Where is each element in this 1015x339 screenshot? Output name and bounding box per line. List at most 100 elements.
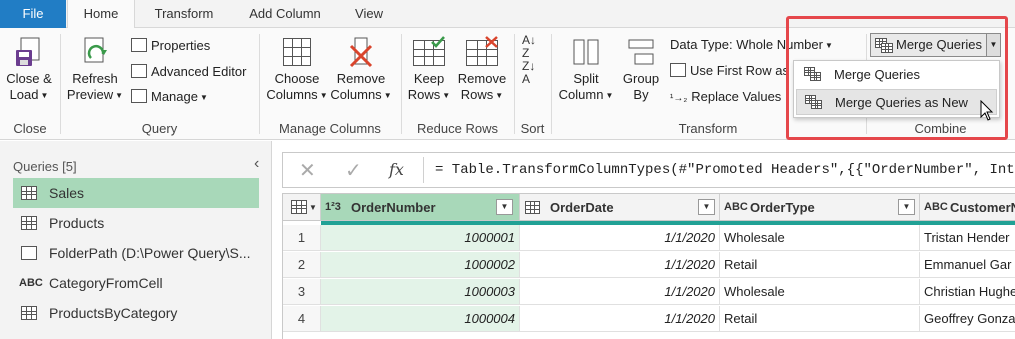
split-column-label-2: Column <box>558 87 604 102</box>
properties-button[interactable]: Properties <box>131 36 210 56</box>
table-cell[interactable]: 1/1/2020 <box>520 252 720 278</box>
split-column-button[interactable]: Split Column ▼ <box>558 36 614 104</box>
column-filter-button[interactable]: ▼ <box>698 199 715 215</box>
table-cell[interactable]: Wholesale <box>720 279 920 305</box>
whole-number-type-icon[interactable]: 1²3 <box>325 194 341 220</box>
sort-ascending-icon: A↓ Z <box>522 33 537 60</box>
text-type-icon: ABC <box>19 277 43 289</box>
sort-ascending-button[interactable]: A↓ Z <box>522 34 536 60</box>
refresh-preview-button[interactable]: Refresh Preview ▼ <box>66 36 124 104</box>
split-column-icon <box>570 36 602 68</box>
table-cell[interactable]: Geoffrey Gonza <box>920 306 1015 332</box>
tab-view[interactable]: View <box>345 0 393 28</box>
remove-rows-button[interactable]: Remove Rows ▼ <box>455 36 509 104</box>
tab-add-column[interactable]: Add Column <box>240 0 330 28</box>
sort-descending-icon: Z↓ A <box>522 59 536 86</box>
query-item-products[interactable]: Products <box>13 208 259 238</box>
remove-rows-label-1: Remove <box>457 71 507 86</box>
keep-rows-button[interactable]: Keep Rows ▼ <box>406 36 452 104</box>
column-header-label: OrderNumber <box>351 200 436 215</box>
remove-rows-icon <box>466 36 498 68</box>
close-load-button[interactable]: Close & Load ▼ <box>4 36 54 104</box>
manage-icon <box>131 89 147 103</box>
table-cell[interactable]: 1/1/2020 <box>520 279 720 305</box>
remove-rows-label-2: Rows <box>460 87 494 102</box>
refresh-label-2: Preview <box>66 87 114 102</box>
tab-file[interactable]: File <box>0 0 66 28</box>
fx-icon[interactable]: fx <box>389 160 404 179</box>
table-cell[interactable]: Emmanuel Gar <box>920 252 1015 278</box>
use-first-row-button[interactable]: Use First Row as <box>670 61 789 81</box>
advanced-editor-button[interactable]: Advanced Editor <box>131 62 246 82</box>
table-cell[interactable]: Christian Hughe <box>920 279 1015 305</box>
query-item-label: FolderPath (D:\Power Query\S... <box>49 245 251 261</box>
table-menu-button[interactable]: ▼ <box>283 194 321 221</box>
text-type-icon[interactable]: ABC <box>924 194 948 220</box>
query-item-categoryfromcell[interactable]: ABC CategoryFromCell <box>13 268 259 298</box>
group-label-reduce-rows: Reduce Rows <box>417 121 498 136</box>
query-item-sales[interactable]: Sales <box>13 178 259 208</box>
table-icon <box>21 216 37 230</box>
query-item-folderpath[interactable]: FolderPath (D:\Power Query\S... <box>13 238 259 268</box>
tab-home[interactable]: Home <box>67 0 135 29</box>
advanced-editor-icon <box>131 64 147 78</box>
table-cell[interactable]: Wholesale <box>720 225 920 251</box>
query-item-label: Products <box>49 215 105 231</box>
column-header-customername[interactable]: ABC CustomerN <box>920 194 1015 221</box>
cancel-formula-icon[interactable]: ✕ <box>299 158 316 183</box>
row-number[interactable]: 4 <box>283 306 321 332</box>
close-load-label-2: Load <box>9 87 39 102</box>
remove-columns-button[interactable]: Remove Columns ▼ <box>329 36 393 104</box>
table-cell[interactable]: Retail <box>720 306 920 332</box>
choose-columns-icon <box>281 36 313 68</box>
group-by-button[interactable]: Group By <box>617 36 665 103</box>
sort-descending-button[interactable]: Z↓ A <box>522 60 535 86</box>
confirm-formula-icon[interactable]: ✓ <box>345 158 362 183</box>
date-type-icon[interactable] <box>525 201 540 214</box>
column-filter-button[interactable]: ▼ <box>898 199 915 215</box>
table-cell[interactable]: 1000001 <box>321 225 520 251</box>
use-first-row-label: Use First Row as <box>690 63 789 78</box>
group-label-manage-columns: Manage Columns <box>279 121 381 136</box>
column-header-label: OrderType <box>750 200 815 215</box>
query-item-productsbycategory[interactable]: ProductsByCategory <box>13 298 259 328</box>
column-header-orderdate[interactable]: OrderDate ▼ <box>520 194 720 221</box>
formula-input[interactable]: = Table.TransformColumnTypes(#"Promoted … <box>435 162 1015 178</box>
keep-rows-icon <box>413 36 445 68</box>
column-header-label: CustomerN <box>950 200 1015 215</box>
replace-values-label: Replace Values <box>691 89 782 104</box>
data-grid: ▼ 1²3 OrderNumber ▼ OrderDate ▼ ABC Orde… <box>282 193 1015 339</box>
table-cell[interactable]: 1/1/2020 <box>520 306 720 332</box>
manage-button[interactable]: Manage ▼ <box>131 87 208 107</box>
properties-label: Properties <box>151 38 211 53</box>
choose-columns-button[interactable]: Choose Columns ▼ <box>266 36 328 104</box>
row-number[interactable]: 3 <box>283 279 321 305</box>
row-number[interactable]: 1 <box>283 225 321 251</box>
query-item-label: ProductsByCategory <box>49 305 178 321</box>
row-number[interactable]: 2 <box>283 252 321 278</box>
group-label-query: Query <box>141 121 178 136</box>
table-cell[interactable]: 1000002 <box>321 252 520 278</box>
tab-transform[interactable]: Transform <box>147 0 221 28</box>
column-header-ordertype[interactable]: ABC OrderType ▼ <box>720 194 920 221</box>
queries-header: Queries [5] <box>13 159 77 174</box>
manage-label: Manage <box>151 89 198 104</box>
table-icon <box>21 186 37 200</box>
choose-columns-label-2: Columns <box>266 87 318 102</box>
table-cell[interactable]: 1000004 <box>321 306 520 332</box>
table-cell[interactable]: Retail <box>720 252 920 278</box>
table-icon <box>291 200 307 214</box>
formula-bar: ✕ ✓ fx = Table.TransformColumnTypes(#"Pr… <box>282 152 1015 188</box>
text-type-icon[interactable]: ABC <box>724 194 748 220</box>
column-header-ordernumber[interactable]: 1²3 OrderNumber ▼ <box>321 194 520 221</box>
replace-values-icon: ¹→₂ <box>670 93 688 104</box>
column-filter-button[interactable]: ▼ <box>496 199 513 215</box>
table-cell[interactable]: Tristan Hender <box>920 225 1015 251</box>
replace-values-button[interactable]: ¹→₂ Replace Values <box>670 87 781 107</box>
chevron-down-icon: ▼ <box>309 203 317 212</box>
collapse-pane-chevron-icon[interactable]: ‹ <box>254 155 259 173</box>
query-item-label: Sales <box>49 185 85 201</box>
table-cell[interactable]: 1000003 <box>321 279 520 305</box>
table-cell[interactable]: 1/1/2020 <box>520 225 720 251</box>
remove-columns-icon <box>345 36 377 68</box>
